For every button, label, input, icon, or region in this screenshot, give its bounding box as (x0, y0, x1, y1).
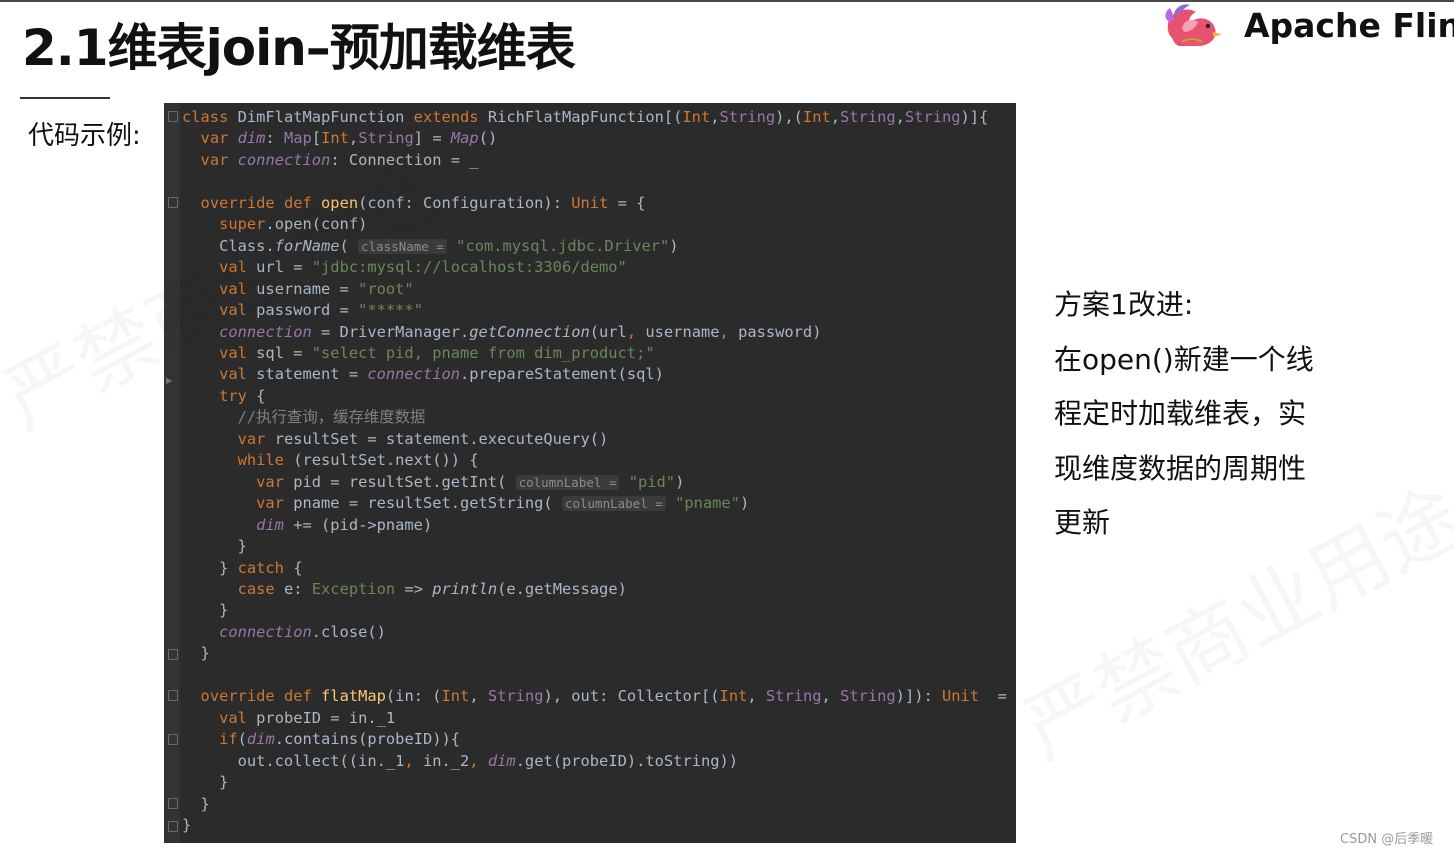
fold-marker-icon (168, 821, 178, 832)
string-literal: "select pid, pname from dim_product;" (311, 343, 655, 362)
string-literal: "pname" (675, 494, 740, 513)
param-hint: columnLabel = (515, 474, 620, 490)
fold-marker-icon (168, 649, 178, 660)
fold-marker-icon (168, 734, 178, 745)
top-border (0, 0, 1454, 2)
note-line: 程定时加载维表，实 (1054, 397, 1307, 430)
title-underline (20, 97, 110, 99)
code-example-label: 代码示例: (28, 121, 141, 151)
string-literal: "pid" (628, 472, 676, 491)
fold-marker-icon (168, 798, 178, 809)
note-line: 现维度数据的周期性 (1054, 451, 1307, 485)
slide-title: 2.1维表join–预加载维表 (22, 19, 576, 77)
brand-name: Apache Flink (1244, 6, 1454, 45)
note-line: 方案1改进: (1054, 288, 1194, 321)
string-literal: "*****" (358, 301, 423, 320)
credit-text: CSDN @后季暖 (1340, 832, 1434, 847)
fold-marker-icon (168, 690, 178, 701)
improvement-notes: 方案1改进: 在open()新建一个线 程定时加载维表，实 现维度数据的周期性 … (1054, 278, 1314, 551)
editor-gutter: ▶ (164, 103, 180, 843)
code-comment: //执行查询，缓存维度数据 (237, 408, 426, 427)
string-literal: "root" (358, 279, 414, 298)
string-literal: "com.mysql.jdbc.Driver" (456, 236, 670, 255)
flink-squirrel-logo-icon (1165, 4, 1222, 46)
param-hint: columnLabel = (561, 496, 666, 512)
note-line: 在open()新建一个线 (1054, 342, 1314, 376)
fold-marker-icon (168, 111, 178, 122)
fold-marker-icon (168, 197, 178, 208)
